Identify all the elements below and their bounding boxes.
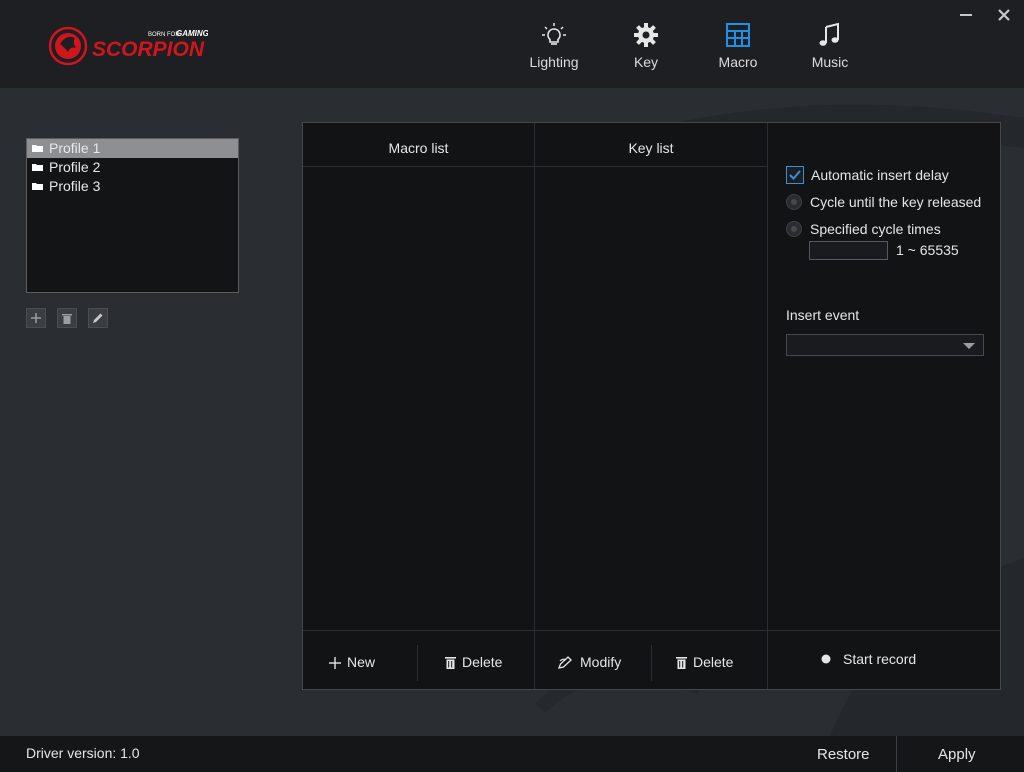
trash-icon bbox=[445, 656, 456, 669]
separator bbox=[651, 645, 652, 681]
start-record-label: Start record bbox=[843, 651, 916, 667]
key-list[interactable] bbox=[535, 168, 767, 630]
delete-macro-button[interactable]: Delete bbox=[445, 631, 502, 690]
add-profile-button[interactable] bbox=[26, 308, 46, 328]
minimize-button[interactable] bbox=[955, 4, 977, 26]
trash-icon bbox=[676, 656, 687, 669]
rename-profile-button[interactable] bbox=[88, 308, 108, 328]
gear-icon bbox=[633, 22, 659, 48]
pencil-icon bbox=[92, 312, 104, 324]
delete-profile-button[interactable] bbox=[57, 308, 77, 328]
delete-label: Delete bbox=[693, 654, 733, 670]
macro-list[interactable] bbox=[303, 168, 534, 630]
folder-icon bbox=[32, 163, 43, 171]
panel-footer: New Delete Modify Delete bbox=[303, 630, 1000, 689]
nav-macro[interactable]: Macro bbox=[703, 18, 773, 78]
modify-label: Modify bbox=[580, 654, 621, 670]
profile-label: Profile 2 bbox=[49, 159, 100, 175]
trash-icon bbox=[61, 312, 73, 324]
macro-list-header: Macro list bbox=[303, 123, 534, 167]
lightbulb-icon bbox=[541, 22, 567, 48]
column-divider bbox=[767, 123, 768, 689]
music-note-icon bbox=[817, 22, 843, 48]
profile-label: Profile 1 bbox=[49, 140, 100, 156]
nav-lighting[interactable]: Lighting bbox=[519, 18, 589, 78]
profile-item[interactable]: Profile 2 bbox=[27, 158, 238, 177]
svg-text:GAMING: GAMING bbox=[176, 29, 208, 38]
checkmark-icon bbox=[787, 167, 803, 183]
new-macro-button[interactable]: New bbox=[329, 631, 375, 690]
scorpion-logo: BORN FOR GAMING SCORPION bbox=[48, 22, 208, 68]
plus-icon bbox=[30, 312, 42, 324]
nav-label: Key bbox=[611, 54, 681, 70]
grid-icon bbox=[725, 22, 751, 48]
folder-icon bbox=[32, 144, 43, 152]
folder-icon bbox=[32, 182, 43, 190]
delete-label: Delete bbox=[462, 654, 502, 670]
cycle-range-label: 1 ~ 65535 bbox=[896, 240, 959, 260]
new-label: New bbox=[347, 654, 375, 670]
start-record-button[interactable]: Start record bbox=[821, 628, 916, 687]
apply-button[interactable]: Apply bbox=[938, 746, 976, 763]
nav-label: Music bbox=[795, 54, 865, 70]
insert-event-select[interactable] bbox=[786, 334, 984, 356]
nav-label: Macro bbox=[703, 54, 773, 70]
chevron-down-icon bbox=[963, 343, 975, 349]
separator bbox=[896, 736, 897, 772]
plus-icon bbox=[329, 657, 341, 669]
nav-label: Lighting bbox=[519, 54, 589, 70]
record-dot-icon bbox=[821, 654, 831, 664]
svg-text:SCORPION: SCORPION bbox=[92, 38, 205, 61]
cycle-times-radio[interactable] bbox=[786, 221, 802, 237]
profile-item[interactable]: Profile 3 bbox=[27, 177, 238, 196]
nav-music[interactable]: Music bbox=[795, 18, 865, 78]
auto-delay-checkbox[interactable] bbox=[786, 166, 804, 184]
status-bar: Driver version: 1.0 Restore Apply bbox=[0, 736, 1024, 772]
edit-icon bbox=[558, 656, 574, 669]
delete-key-button[interactable]: Delete bbox=[676, 631, 733, 690]
profile-list: Profile 1 Profile 2 Profile 3 bbox=[26, 138, 239, 293]
modify-key-button[interactable]: Modify bbox=[558, 631, 621, 690]
cycle-release-label: Cycle until the key released bbox=[810, 192, 981, 212]
close-icon bbox=[993, 4, 1015, 26]
nav-key[interactable]: Key bbox=[611, 18, 681, 78]
driver-version: Driver version: 1.0 bbox=[26, 745, 140, 761]
app-header: BORN FOR GAMING SCORPION Lighting bbox=[0, 0, 1024, 88]
minimize-icon bbox=[955, 4, 977, 26]
close-button[interactable] bbox=[993, 4, 1015, 26]
auto-delay-label: Automatic insert delay bbox=[811, 165, 949, 185]
cycle-times-input[interactable] bbox=[809, 241, 888, 260]
key-list-header: Key list bbox=[535, 123, 767, 167]
profile-item[interactable]: Profile 1 bbox=[27, 139, 238, 158]
profile-label: Profile 3 bbox=[49, 178, 100, 194]
cycle-times-label: Specified cycle times bbox=[810, 219, 941, 239]
restore-button[interactable]: Restore bbox=[817, 746, 870, 763]
cycle-release-radio[interactable] bbox=[786, 194, 802, 210]
insert-event-label: Insert event bbox=[786, 305, 859, 325]
separator bbox=[417, 645, 418, 681]
